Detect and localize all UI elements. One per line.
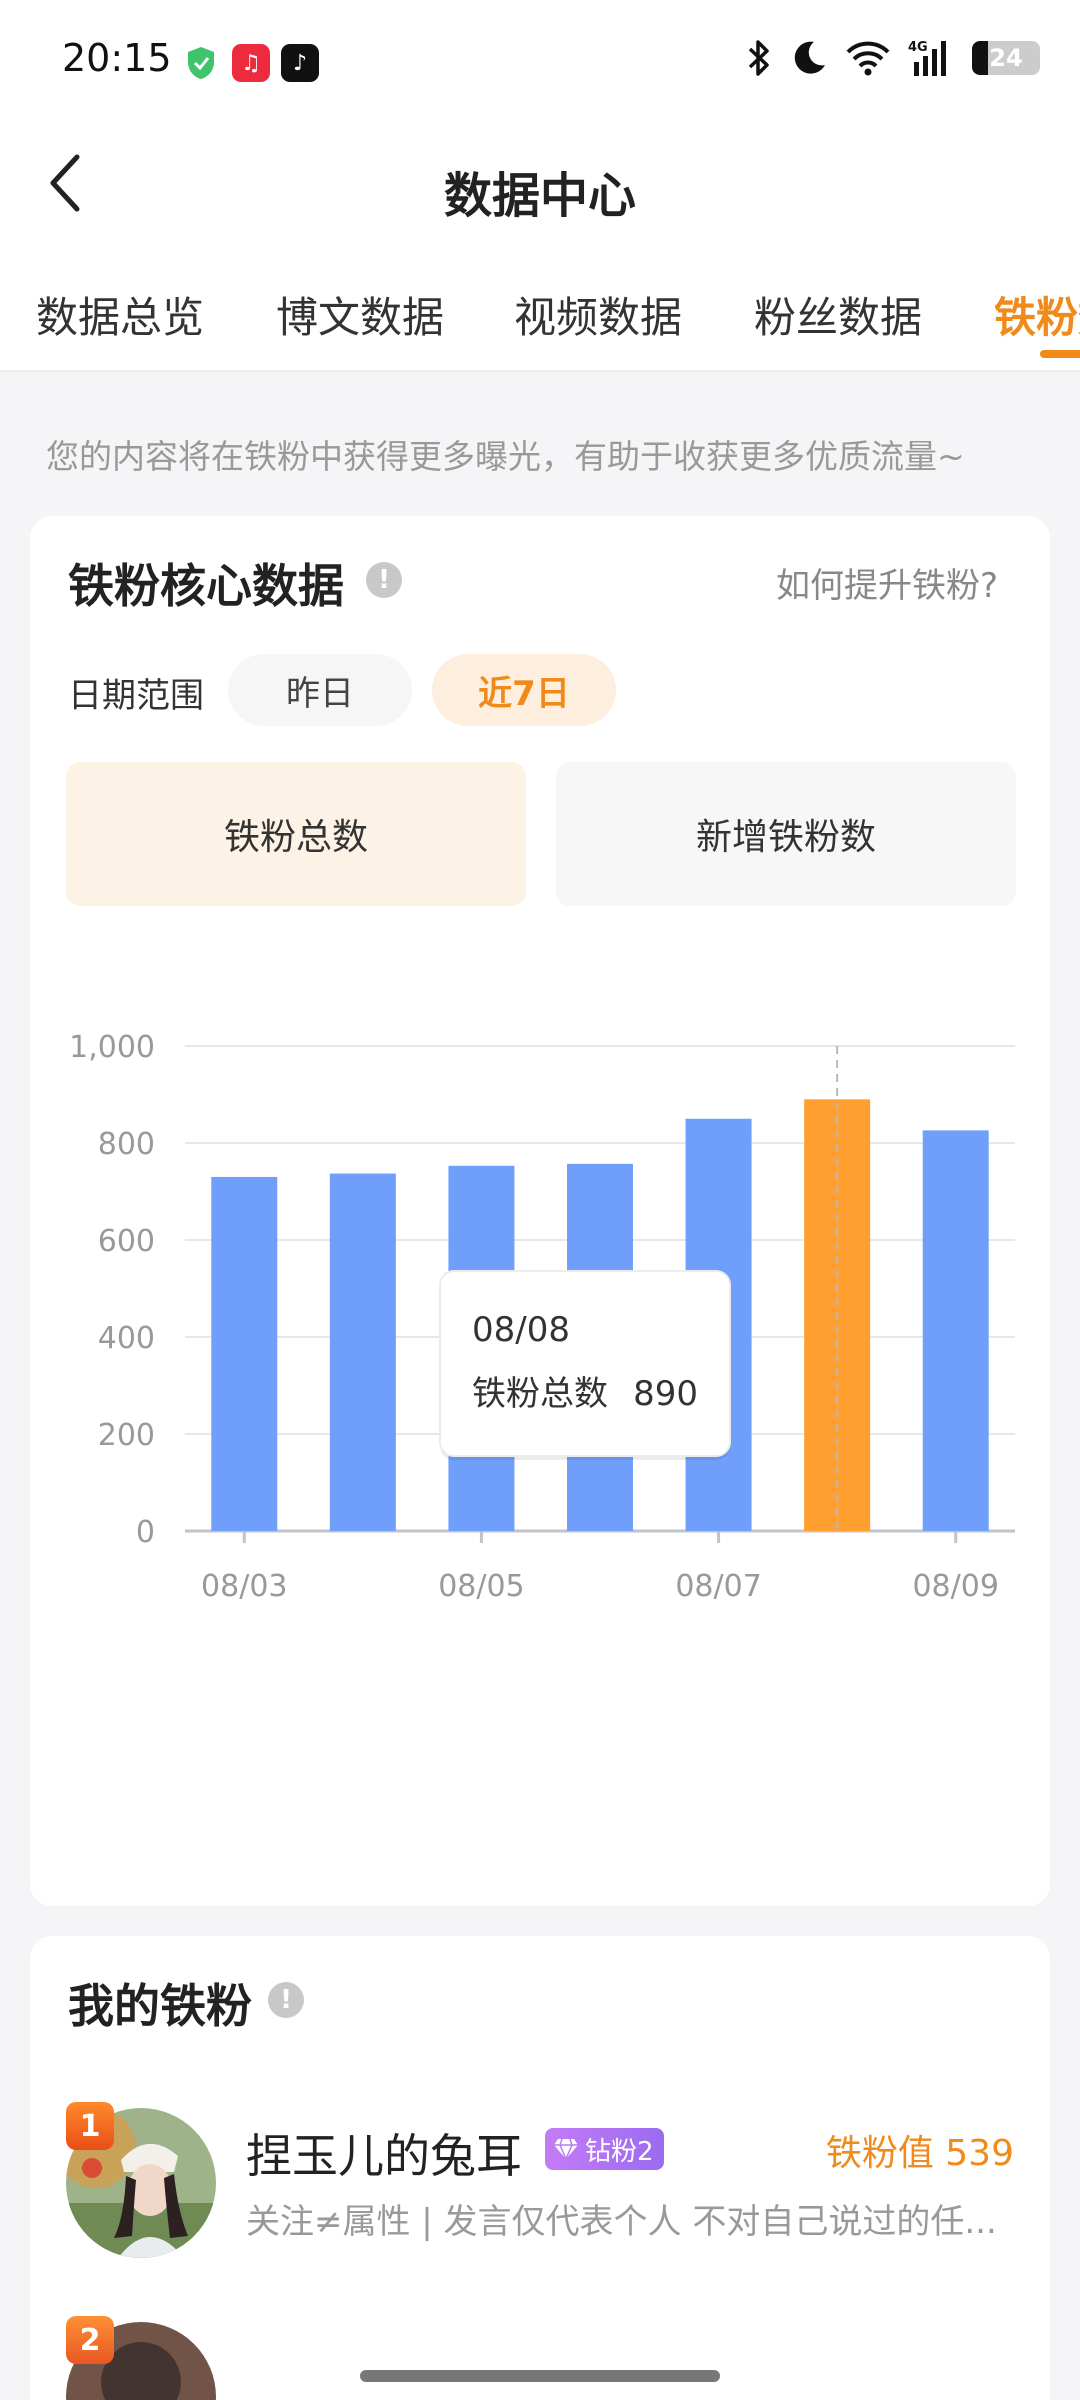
svg-text:4G: 4G [908, 40, 928, 55]
battery-icon: 24 [972, 41, 1040, 75]
y-tick-label: 200 [98, 1418, 155, 1453]
fan-level-text: 钻粉2 [585, 2136, 654, 2167]
page-title: 数据中心 [443, 168, 636, 224]
tooltip-box [439, 1270, 731, 1457]
metric-total-button[interactable]: 铁粉总数 [66, 762, 526, 906]
fan-list-item[interactable]: 1 捏玉儿的兔耳 钻粉2 铁粉值 539 关注≠属性 | 发言仅代表个人 不对自… [30, 2102, 1050, 2278]
do-not-disturb-moon-icon [794, 41, 825, 74]
home-indicator[interactable] [360, 2370, 720, 2382]
info-icon[interactable]: ! [268, 1982, 304, 2018]
tab-iron-fans[interactable]: 铁粉数 [994, 284, 1080, 345]
y-tick-label: 1,000 [69, 1030, 155, 1065]
bar [329, 1173, 396, 1531]
tab-fans[interactable]: 粉丝数据 [754, 284, 922, 345]
core-data-title: 铁粉核心数据 [68, 559, 344, 613]
my-fans-title: 我的铁粉 [68, 1979, 252, 2033]
core-data-card: 铁粉核心数据 ! 如何提升铁粉? 日期范围 昨日 近7日 铁粉总数 新增铁粉数 … [30, 516, 1050, 1906]
y-tick-label: 800 [98, 1127, 155, 1162]
bluetooth-icon [748, 40, 769, 76]
tab-overview[interactable]: 数据总览 [36, 284, 204, 345]
info-icon[interactable]: ! [366, 562, 402, 598]
tooltip-date: 08/08 [472, 1310, 570, 1350]
status-time: 20:15 [62, 36, 172, 80]
diamond-icon [554, 2138, 578, 2160]
tab-indicator [1040, 350, 1080, 358]
metric-new-button[interactable]: 新增铁粉数 [556, 762, 1016, 906]
tab-bar: 数据总览 博文数据 视频数据 粉丝数据 铁粉数 [0, 250, 1080, 372]
my-fans-card: 我的铁粉 ! 1 捏玉儿的兔耳 钻粉2 铁粉值 539 关注≠属性 | 发言仅代… [30, 1936, 1050, 2400]
fan-bio: 关注≠属性 | 发言仅代表个人 不对自己说过的任... [246, 2202, 997, 2242]
x-tick-label: 08/09 [912, 1569, 998, 1604]
tiktok-app-icon: ♪ [281, 44, 319, 82]
fan-list-item[interactable]: 2 [30, 2316, 1050, 2400]
y-tick-label: 0 [136, 1515, 155, 1550]
date-range-label: 日期范围 [68, 676, 204, 716]
y-tick-label: 400 [98, 1321, 155, 1356]
notice-text: 您的内容将在铁粉中获得更多曝光，有助于收获更多优质流量~ [46, 437, 965, 476]
bar [922, 1130, 989, 1531]
tab-video[interactable]: 视频数据 [514, 284, 682, 345]
tooltip-label: 铁粉总数 [472, 1374, 608, 1414]
tooltip-value: 890 [633, 1374, 698, 1414]
tab-posts[interactable]: 博文数据 [276, 284, 444, 345]
fan-name[interactable]: 捏玉儿的兔耳 [246, 2120, 522, 2186]
header: 数据中心 [0, 120, 1080, 250]
music-app-icon: ♫ [232, 44, 270, 82]
bar [211, 1176, 278, 1531]
iron-fans-bar-chart: 0 200 400 600 800 1,000 08/03 08/05 08/07 08/09 08… [69, 1030, 1015, 1604]
rank-badge: 2 [66, 2316, 114, 2364]
status-icons: 4G 24 [746, 38, 1040, 78]
fan-value: 铁粉值 539 [825, 2133, 1014, 2174]
signal-4g-icon: 4G [908, 40, 946, 76]
x-tick-label: 08/05 [438, 1569, 524, 1604]
status-bar: 20:15 ♫ ♪ 4G 24 [0, 0, 1080, 120]
wifi-icon [846, 41, 890, 76]
shield-icon [186, 46, 216, 80]
range-7d-button[interactable]: 近7日 [432, 654, 616, 726]
range-yesterday-button[interactable]: 昨日 [228, 654, 412, 726]
fan-level-badge: 钻粉2 [545, 2128, 664, 2170]
rank-badge: 1 [66, 2102, 114, 2150]
y-tick-label: 600 [98, 1224, 155, 1259]
x-tick-label: 08/03 [201, 1569, 287, 1604]
x-tick-label: 08/07 [675, 1569, 761, 1604]
help-link[interactable]: 如何提升铁粉? [776, 558, 998, 607]
